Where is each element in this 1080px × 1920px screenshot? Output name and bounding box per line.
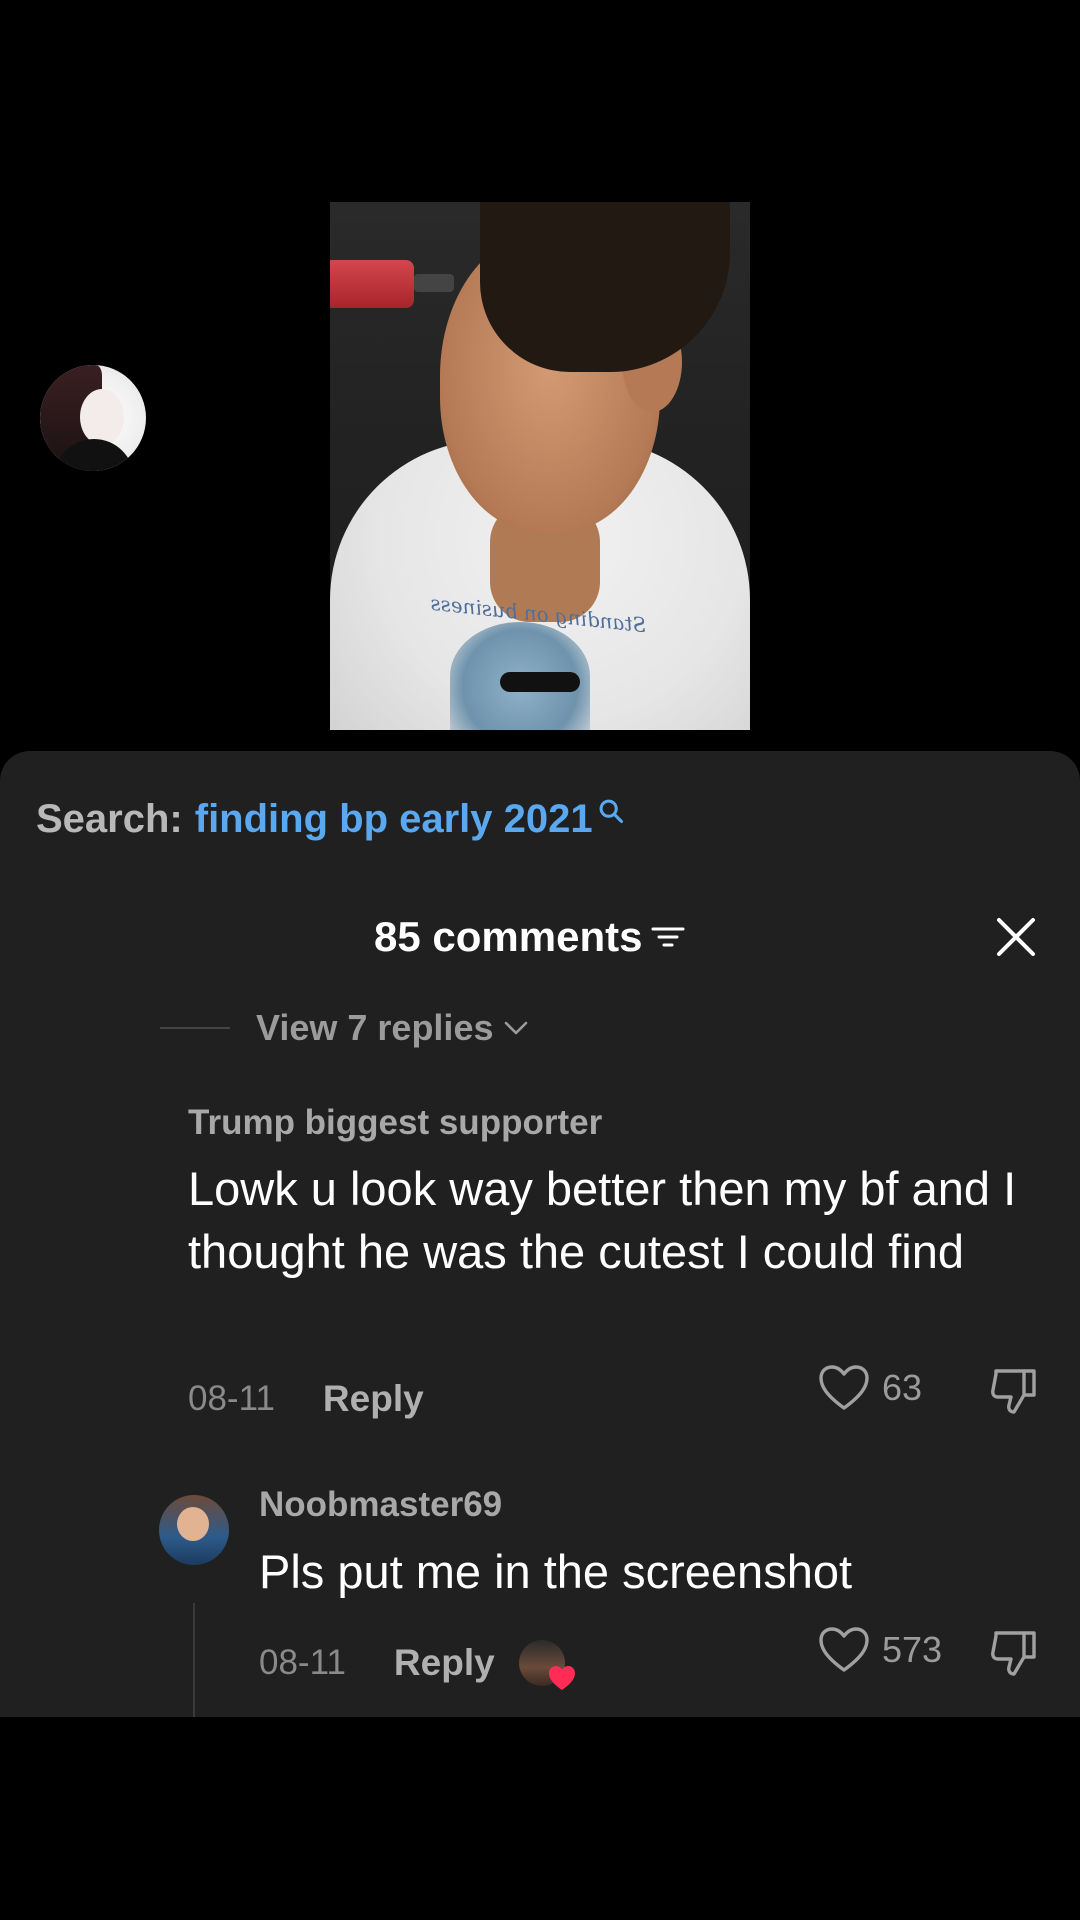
dislike-icon[interactable] <box>988 1365 1040 1417</box>
heart-icon <box>819 1627 869 1672</box>
shirt-print-sunglasses <box>500 672 580 692</box>
avatar[interactable] <box>159 1495 229 1565</box>
search-icon <box>599 799 623 823</box>
like-count: 573 <box>882 1629 943 1670</box>
search-label: Search: <box>36 797 183 841</box>
sort-filter-icon[interactable] <box>650 922 686 952</box>
avatar-face <box>80 389 124 445</box>
comments-count: 85 comments <box>374 913 686 961</box>
search-suggestion[interactable]: Search: finding bp early 2021 <box>36 797 625 842</box>
like-button[interactable]: 573 <box>818 1626 942 1674</box>
thread-line <box>193 1603 195 1717</box>
comments-header: 85 comments <box>0 909 1080 969</box>
dislike-icon[interactable] <box>988 1627 1040 1679</box>
search-query-link[interactable]: finding bp early 2021 <box>195 797 593 842</box>
reply-button[interactable]: Reply <box>394 1642 495 1684</box>
massage-tool <box>330 260 414 308</box>
view-replies-button[interactable]: View 7 replies <box>160 1007 529 1049</box>
heart-icon <box>548 1666 575 1690</box>
view-replies-label: View 7 replies <box>256 1007 494 1048</box>
massage-tool-tip <box>414 274 454 292</box>
avatar-face <box>177 1507 209 1541</box>
chevron-down-icon <box>505 1021 528 1035</box>
like-button[interactable]: 63 <box>818 1364 922 1412</box>
heart-icon <box>819 1365 869 1410</box>
comment-username[interactable]: Trump biggest supporter <box>188 1103 602 1143</box>
comment-meta: 08-11 Reply <box>259 1640 575 1690</box>
like-count: 63 <box>882 1367 923 1408</box>
hair <box>480 202 730 372</box>
comments-count-label: 85 comments <box>374 913 643 960</box>
replies-divider-line <box>160 1027 230 1029</box>
creator-liked-avatar <box>518 1640 575 1690</box>
comment-text: Pls put me in the screenshot <box>259 1545 853 1598</box>
comment-date: 08-11 <box>188 1379 275 1418</box>
comment-date: 08-11 <box>259 1643 346 1682</box>
avatar[interactable] <box>40 365 146 471</box>
comment-meta: 08-11 Reply <box>188 1378 424 1420</box>
comment-username[interactable]: Noobmaster69 <box>259 1485 502 1525</box>
video-thumbnail[interactable]: Standing on business <box>330 202 750 730</box>
close-icon[interactable] <box>994 915 1038 959</box>
comment-text: Lowk u look way better then my bf and I … <box>188 1162 1017 1278</box>
reply-button[interactable]: Reply <box>323 1378 424 1420</box>
